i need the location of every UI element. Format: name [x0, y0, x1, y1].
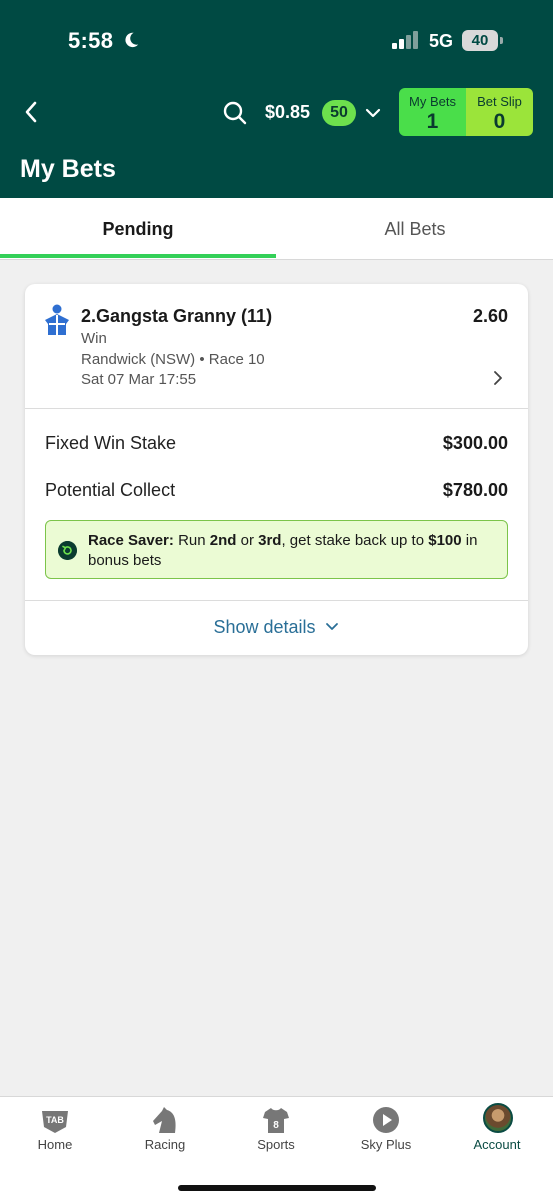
divider [25, 408, 528, 409]
nav-sky-plus-label: Sky Plus [360, 1137, 412, 1152]
avatar [483, 1103, 513, 1133]
bet-slip-button[interactable]: Bet Slip 0 [466, 88, 533, 136]
my-bets-button[interactable]: My Bets 1 [399, 88, 466, 136]
show-details-label: Show details [213, 617, 316, 637]
app-header: 5:58 5G 40 $0.85 50 My Bets 1 Bet Slip 0… [0, 0, 553, 198]
status-time: 5:58 [68, 28, 114, 53]
promo-text-1: Run [173, 532, 210, 549]
bonus-bets-badge[interactable]: 50 [322, 100, 356, 126]
status-bar: 5:58 5G 40 [0, 0, 553, 80]
chevron-down-icon [325, 623, 338, 630]
play-icon [373, 1107, 399, 1133]
nav-sports[interactable]: 8 Sports [221, 1097, 331, 1167]
network-type: 5G [429, 31, 454, 51]
race-date: Sat 07 Mar 17:55 [81, 371, 197, 388]
promo-bold-2: 3rd [258, 532, 282, 549]
stake-label: Fixed Win Stake [45, 433, 177, 453]
account-balance[interactable]: $0.85 [265, 102, 310, 123]
svg-text:TAB: TAB [46, 1115, 64, 1125]
collect-value: $780.00 [442, 480, 508, 500]
tab-pending[interactable]: Pending [0, 198, 276, 259]
jersey-icon: 8 [263, 1108, 289, 1133]
horse-head-icon [153, 1107, 176, 1133]
bets-toggle: My Bets 1 Bet Slip 0 [399, 88, 533, 136]
moon-icon [125, 32, 139, 48]
refresh-icon [58, 541, 77, 560]
race-saver-promo: Race Saver: Run 2nd or 3rd, get stake ba… [45, 520, 508, 579]
search-icon[interactable] [222, 100, 248, 126]
chevron-down-icon[interactable] [364, 104, 382, 122]
nav-sky-plus[interactable]: Sky Plus [331, 1097, 441, 1167]
tab-all-bets[interactable]: All Bets [277, 198, 553, 259]
promo-text-2: or [236, 532, 259, 549]
svg-text:8: 8 [273, 1120, 279, 1131]
nav-account[interactable]: Account [442, 1097, 552, 1167]
jockey-silks-icon [45, 304, 69, 335]
back-button[interactable] [18, 98, 46, 126]
bet-slip-label: Bet Slip [477, 94, 522, 109]
active-tab-indicator [0, 254, 276, 258]
home-indicator [178, 1185, 376, 1191]
bet-type: Win [81, 330, 107, 347]
runner-name: 2.Gangsta Granny (11) [81, 306, 273, 326]
nav-racing-label: Racing [144, 1137, 186, 1152]
tab-logo-icon: TAB [42, 1111, 68, 1133]
page-title: My Bets [20, 155, 116, 183]
bets-tabs: Pending All Bets [0, 198, 553, 260]
promo-bold-1: 2nd [209, 532, 237, 549]
chevron-right-icon[interactable] [490, 370, 506, 386]
my-bets-label: My Bets [409, 94, 456, 109]
nav-sports-label: Sports [257, 1137, 295, 1152]
race-venue: Randwick (NSW) • Race 10 [81, 351, 265, 368]
nav-racing[interactable]: Racing [110, 1097, 220, 1167]
collect-label: Potential Collect [45, 480, 176, 500]
promo-text: Race Saver: Run 2nd or 3rd, get stake ba… [88, 531, 500, 571]
promo-bold-3: $100 [428, 532, 462, 549]
stake-value: $300.00 [442, 433, 508, 453]
my-bets-count: 1 [426, 110, 439, 133]
bet-slip-count: 0 [493, 110, 506, 133]
bet-odds: 2.60 [472, 306, 508, 326]
signal-icon [392, 31, 418, 49]
battery-icon: 40 [462, 30, 503, 51]
nav-home-label: Home [37, 1137, 73, 1152]
nav-home[interactable]: TAB Home [0, 1097, 110, 1167]
bet-card[interactable]: 2.Gangsta Granny (11) 2.60 Win Randwick … [25, 284, 528, 655]
promo-text-3: , get stake back up to [281, 532, 429, 549]
show-details-button[interactable]: Show details [25, 600, 528, 655]
promo-title: Race Saver: [88, 532, 174, 549]
nav-account-label: Account [473, 1137, 521, 1152]
